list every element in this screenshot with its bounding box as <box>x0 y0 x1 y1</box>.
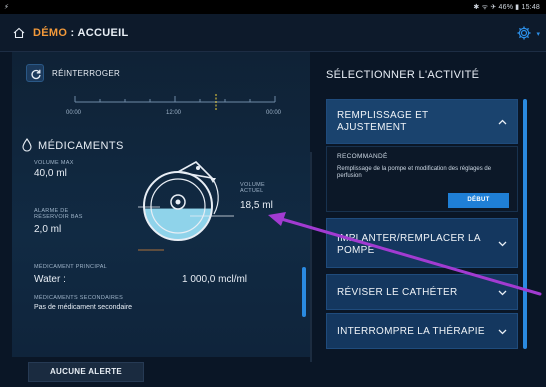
timeline-axis <box>74 94 276 110</box>
home-icon[interactable] <box>13 27 25 39</box>
chevron-down-icon[interactable]: ▾ <box>536 30 540 38</box>
activity-label-line1: IMPLANTER/REMPLACER LA <box>337 233 481 244</box>
scrollbar-thumb[interactable] <box>302 267 306 317</box>
activity-section-title: SÉLECTIONNER L'ACTIVITÉ <box>326 69 480 81</box>
activity-label-line1: REMPLISSAGE ET <box>337 110 429 121</box>
medications-section: MÉDICAMENTS VOLUME MAX 40,0 ml ALARME DE… <box>22 126 302 356</box>
demo-label: DÉMO <box>33 27 68 39</box>
activity-refill-adjust[interactable]: REMPLISSAGE ET AJUSTEMENT <box>326 99 518 144</box>
recommended-label: RECOMMANDÉ <box>337 153 388 160</box>
activity-label-line2: AJUSTEMENT <box>337 122 407 133</box>
requery-label[interactable]: RÉINTERROGER <box>52 69 120 78</box>
title-separator: : <box>67 27 78 39</box>
status-left: ⚡ <box>4 4 9 11</box>
activity-review-catheter[interactable]: RÉVISER LE CATHÉTER <box>326 274 518 310</box>
drop-icon <box>22 138 32 152</box>
current-volume-label: VOLUME ACTUEL <box>240 182 266 194</box>
medications-title: MÉDICAMENTS <box>38 140 124 152</box>
start-button[interactable]: DÉBUT <box>448 193 509 208</box>
status-bar: ⚡ ✱ ᯤ ✈ 46% ▮ 15:48 <box>0 0 546 14</box>
tick-label: 00:00 <box>266 110 282 116</box>
dosing-timeline: 00:00 12:00 00:00 <box>66 94 292 124</box>
activity-label-line2: POMPE <box>337 245 375 256</box>
secondary-medication-value: Pas de médicament secondaire <box>34 304 133 311</box>
page-title: DÉMO : ACCUEIL <box>33 27 128 39</box>
current-volume-value: 18,5 ml <box>240 200 273 211</box>
low-reservoir-label: ALARME DE RÉSERVOIR BAS <box>34 208 83 220</box>
chevron-down-icon[interactable] <box>498 288 507 297</box>
chevron-down-icon[interactable] <box>498 239 507 248</box>
status-right: ✱ ᯤ ✈ 46% ▮ 15:48 <box>473 4 540 11</box>
chevron-down-icon[interactable] <box>498 327 507 336</box>
tick-label: 00:00 <box>66 110 82 116</box>
main-medication-label: MÉDICAMENT PRINCIPAL <box>34 264 108 270</box>
activity-label: INTERROMPRE LA THÉRAPIE <box>337 326 485 337</box>
activity-scrollbar[interactable] <box>523 99 527 349</box>
tick-label: 12:00 <box>166 110 182 116</box>
main-medication-name: Water : <box>34 274 66 285</box>
volume-max-label: VOLUME MAX <box>34 160 74 166</box>
activity-label: RÉVISER LE CATHÉTER <box>337 287 458 298</box>
volume-max-value: 40,0 ml <box>34 168 67 179</box>
app-bar: DÉMO : ACCUEIL ▾ <box>0 14 546 52</box>
main-medication-concentration: 1 000,0 mcl/ml <box>182 274 248 285</box>
secondary-medication-label: MÉDICAMENTS SECONDAIRES <box>34 295 124 301</box>
activity-description: Remplissage de la pompe et modification … <box>337 166 492 179</box>
title-main: ACCUEIL <box>77 27 129 39</box>
scrollbar-track[interactable] <box>310 152 312 362</box>
gear-icon[interactable] <box>516 25 532 41</box>
no-alert-button[interactable]: AUCUNE ALERTE <box>28 362 144 382</box>
low-reservoir-value: 2,0 ml <box>34 224 62 235</box>
activity-interrupt-therapy[interactable]: INTERROMPRE LA THÉRAPIE <box>326 313 518 349</box>
reservoir-gauge <box>138 161 234 251</box>
catheter-port-icon <box>175 161 215 180</box>
activity-implant-replace[interactable]: IMPLANTER/REMPLACER LA POMPE <box>326 218 518 268</box>
requery-button[interactable] <box>26 64 44 82</box>
pump-status-panel: RÉINTERROGER 00:00 12:00 00:00 MÉDICAMEN… <box>12 52 312 362</box>
chevron-up-icon[interactable] <box>498 118 507 127</box>
refresh-icon <box>31 69 41 80</box>
activity-refill-details: RECOMMANDÉ Remplissage de la pompe et mo… <box>326 146 518 212</box>
